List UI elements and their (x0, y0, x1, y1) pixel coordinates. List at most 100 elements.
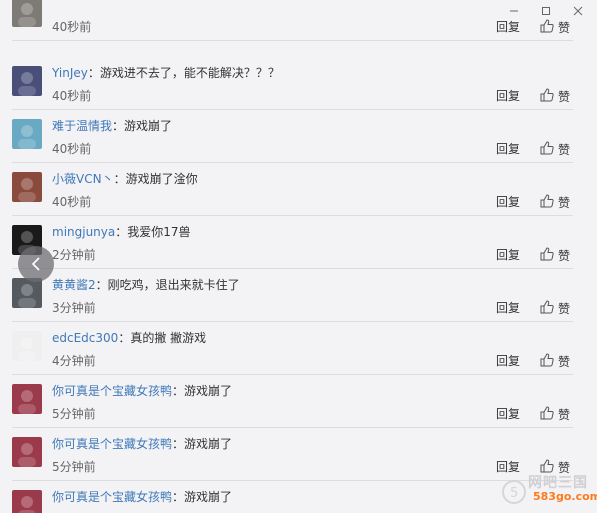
like-label: 赞 (558, 408, 571, 422)
reply-button[interactable]: 回复 (496, 406, 520, 422)
avatar[interactable] (12, 437, 42, 467)
avatar[interactable] (12, 278, 42, 308)
reply-button[interactable]: 回复 (496, 459, 520, 475)
comment-username[interactable]: 黄黄酱2 (52, 278, 96, 292)
like-label: 赞 (558, 196, 571, 210)
avatar[interactable] (12, 384, 42, 414)
username-separator: ： (172, 490, 185, 504)
reply-button[interactable]: 回复 (496, 353, 520, 369)
reply-button[interactable]: 回复 (496, 88, 520, 104)
like-button[interactable]: 赞 (540, 406, 570, 424)
like-label: 赞 (558, 355, 571, 369)
thumbs-up-icon (540, 88, 558, 106)
comment-line: 黄黄酱2：刚吃鸡，退出来就卡住了 (52, 277, 240, 293)
reply-button[interactable]: 回复 (496, 141, 520, 157)
minimize-icon (510, 10, 518, 12)
chevron-left-icon (31, 257, 40, 271)
comment-line: edcEdc300：真的撇 撇游戏 (52, 330, 206, 346)
like-button[interactable]: 赞 (540, 459, 570, 477)
comment-text: 游戏进不去了，能不能解决？？？ (99, 66, 280, 80)
thumbs-up-icon (540, 194, 558, 212)
avatar[interactable] (12, 172, 42, 202)
comment-text: 我爱你17兽 (127, 225, 191, 239)
comment-time: 5分钟前 (52, 460, 96, 474)
reply-button[interactable]: 回复 (496, 247, 520, 263)
avatar[interactable] (12, 66, 42, 96)
maximize-icon (542, 7, 550, 15)
username-separator: ： (172, 384, 185, 398)
comment-username[interactable]: mingjunya (52, 225, 115, 239)
comment-item: 你可真是个宝藏女孩鸭：游戏崩了 5分钟前 回复 赞 (0, 375, 578, 428)
username-separator: ： (95, 278, 108, 292)
comment-line: YinJey：游戏进不去了，能不能解决？？？ (52, 65, 280, 81)
comment-text: 游戏崩了 (124, 119, 173, 133)
row-divider (12, 40, 573, 41)
like-label: 赞 (558, 249, 571, 263)
comment-username[interactable]: 难于温情我 (52, 119, 112, 133)
comment-line: 小薇VCN丶：游戏崩了淦你 (52, 171, 198, 187)
comment-time: 2分钟前 (52, 248, 96, 262)
thumbs-up-icon (540, 300, 558, 318)
thumbs-up-icon (540, 406, 558, 424)
close-button[interactable] (563, 0, 593, 22)
thumbs-up-icon (540, 459, 558, 477)
like-label: 赞 (558, 143, 571, 157)
previous-button[interactable] (18, 246, 54, 282)
comment-line: 难于温情我：游戏崩了 (52, 118, 172, 134)
comment-item: 黄黄酱2：刚吃鸡，退出来就卡住了 3分钟前 回复 赞 (0, 269, 578, 322)
comment-text: 游戏崩了 (184, 490, 233, 504)
minimize-button[interactable] (499, 0, 529, 22)
thumbs-up-icon (540, 353, 558, 371)
comment-item: 小薇VCN丶：游戏崩了淦你 40秒前 回复 赞 (0, 163, 578, 216)
comment-time: 40秒前 (52, 195, 92, 209)
scrollbar[interactable] (579, 24, 597, 513)
avatar[interactable] (12, 331, 42, 361)
like-label: 赞 (558, 302, 571, 316)
avatar[interactable] (12, 490, 42, 513)
comment-text: 游戏崩了淦你 (125, 172, 198, 186)
comment-line: 你可真是个宝藏女孩鸭：游戏崩了 (52, 436, 232, 452)
comment-text: 游戏崩了 (184, 384, 233, 398)
comment-item: edcEdc300：真的撇 撇游戏 4分钟前 回复 赞 (0, 322, 578, 375)
comment-time: 4分钟前 (52, 354, 96, 368)
like-button[interactable]: 赞 (540, 194, 570, 212)
reply-button[interactable]: 回复 (496, 300, 520, 316)
comment-text: 游戏崩了 (184, 437, 233, 451)
username-separator: ： (112, 119, 125, 133)
comment-username[interactable]: 你可真是个宝藏女孩鸭 (52, 384, 172, 398)
username-separator: ： (172, 437, 185, 451)
comment-username[interactable]: 你可真是个宝藏女孩鸭 (52, 437, 172, 451)
reply-button[interactable]: 回复 (496, 194, 520, 210)
comment-item: 难于温情我：游戏崩了 40秒前 回复 赞 (0, 110, 578, 163)
thumbs-up-icon (540, 247, 558, 265)
like-button[interactable]: 赞 (540, 353, 570, 371)
comment-username[interactable]: 你可真是个宝藏女孩鸭 (52, 490, 172, 504)
comment-time: 3分钟前 (52, 301, 96, 315)
username-separator: ： (118, 331, 131, 345)
comment-time: 40秒前 (52, 89, 92, 103)
comment-username[interactable]: edcEdc300 (52, 331, 118, 345)
username-separator: ： (115, 225, 128, 239)
avatar[interactable] (12, 119, 42, 149)
maximize-button[interactable] (531, 0, 561, 22)
like-button[interactable]: 赞 (540, 300, 570, 318)
username-separator: ： (87, 66, 100, 80)
comment-text: 真的撇 撇游戏 (130, 331, 207, 345)
like-label: 赞 (558, 90, 571, 104)
close-icon (573, 6, 583, 16)
comment-item: 你可真是个宝藏女孩鸭：游戏崩了 (0, 481, 578, 513)
like-button[interactable]: 赞 (540, 88, 570, 106)
username-separator: ： (113, 172, 126, 186)
comment-username[interactable]: 小薇VCN丶 (52, 172, 114, 186)
comment-list: 40秒前 回复赞 YinJey：游戏进不去了，能不能解决？？？ 40秒前 回复赞难于温情… (0, 0, 578, 513)
like-label: 赞 (558, 461, 571, 475)
comment-time: 40秒前 (52, 142, 92, 156)
like-button[interactable]: 赞 (540, 247, 570, 265)
like-button[interactable]: 赞 (540, 141, 570, 159)
window-titlebar (0, 0, 597, 24)
comment-time: 5分钟前 (52, 407, 96, 421)
comment-username[interactable]: YinJey (52, 66, 88, 80)
comment-item: YinJey：游戏进不去了，能不能解决？？？ 40秒前 回复 赞 (0, 57, 578, 110)
comment-item: mingjunya：我爱你17兽 2分钟前 回复 赞 (0, 216, 578, 269)
comment-text: 刚吃鸡，退出来就卡住了 (107, 278, 240, 292)
